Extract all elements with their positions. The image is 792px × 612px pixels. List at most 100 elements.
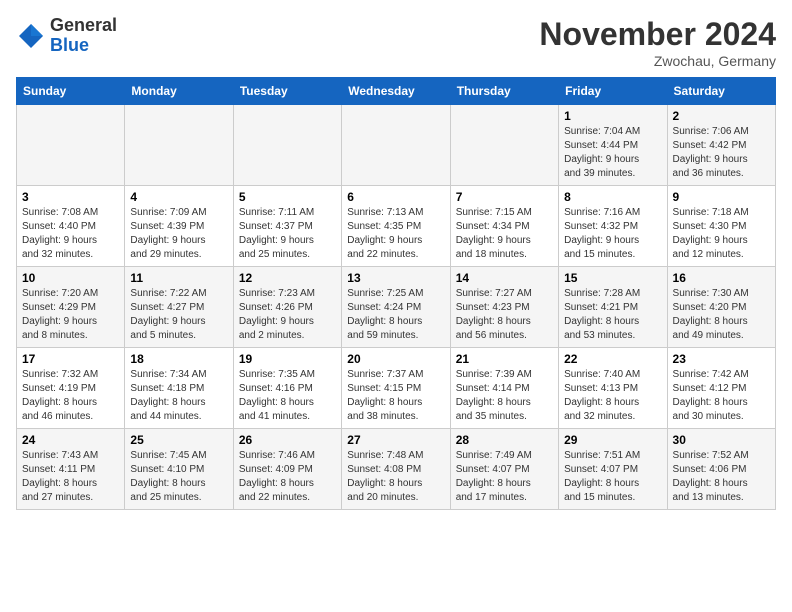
calendar-cell: 14 Sunrise: 7:27 AM Sunset: 4:23 PM Dayli… — [450, 267, 558, 348]
calendar-week-2: 3 Sunrise: 7:08 AM Sunset: 4:40 PM Daylig… — [17, 186, 776, 267]
day-info: Sunrise: 7:20 AM Sunset: 4:29 PM Dayligh… — [22, 287, 119, 343]
calendar-cell: 15Sunrise: 7:28 AM Sunset: 4:21 PM Dayli… — [559, 267, 667, 348]
calendar-cell: 19 Sunrise: 7:35 AM Sunset: 4:16 PM Dayli… — [233, 348, 341, 429]
day-info: Sunrise: 7:15 AM Sunset: 4:34 PM Dayligh… — [456, 206, 553, 262]
day-number: 24 — [22, 433, 119, 447]
day-number: 17 — [22, 352, 119, 366]
calendar-cell: 3 Sunrise: 7:08 AM Sunset: 4:40 PM Daylig… — [17, 186, 125, 267]
day-info: Sunrise: 7:34 AM Sunset: 4:18 PM Dayligh… — [130, 368, 227, 424]
day-number: 15 — [564, 271, 661, 285]
calendar-cell: 9 Sunrise: 7:18 AM Sunset: 4:30 PM Daylig… — [667, 186, 775, 267]
day-info: Sunrise: 7:23 AM Sunset: 4:26 PM Dayligh… — [239, 287, 336, 343]
calendar-week-4: 17 Sunrise: 7:32 AM Sunset: 4:19 PM Dayli… — [17, 348, 776, 429]
weekday-header-monday: Monday — [125, 78, 233, 105]
day-number: 23 — [673, 352, 770, 366]
day-info: Sunrise: 7:42 AM Sunset: 4:12 PM Dayligh… — [673, 368, 770, 424]
calendar-cell: 20 Sunrise: 7:37 AM Sunset: 4:15 PM Dayli… — [342, 348, 450, 429]
day-number: 6 — [347, 190, 444, 204]
weekday-header-sunday: Sunday — [17, 78, 125, 105]
day-info: Sunrise: 7:04 AM Sunset: 4:44 PM Dayligh… — [564, 125, 661, 181]
day-info: Sunrise: 7:11 AM Sunset: 4:37 PM Dayligh… — [239, 206, 336, 262]
day-number: 19 — [239, 352, 336, 366]
weekday-header-wednesday: Wednesday — [342, 78, 450, 105]
day-number: 9 — [673, 190, 770, 204]
day-number: 29 — [564, 433, 661, 447]
calendar-cell — [450, 105, 558, 186]
calendar-cell: 8 Sunrise: 7:16 AM Sunset: 4:32 PM Daylig… — [559, 186, 667, 267]
calendar-cell — [233, 105, 341, 186]
day-info: Sunrise: 7:43 AM Sunset: 4:11 PM Dayligh… — [22, 449, 119, 505]
weekday-row: SundayMondayTuesdayWednesdayThursdayFrid… — [17, 78, 776, 105]
day-number: 5 — [239, 190, 336, 204]
day-info: Sunrise: 7:45 AM Sunset: 4:10 PM Dayligh… — [130, 449, 227, 505]
day-number: 8 — [564, 190, 661, 204]
day-number: 3 — [22, 190, 119, 204]
logo-icon — [16, 21, 46, 51]
calendar-cell: 12Sunrise: 7:23 AM Sunset: 4:26 PM Dayli… — [233, 267, 341, 348]
month-title: November 2024 — [539, 16, 776, 53]
logo: General Blue — [16, 16, 117, 56]
calendar-cell: 28Sunrise: 7:49 AM Sunset: 4:07 PM Dayli… — [450, 429, 558, 510]
day-info: Sunrise: 7:25 AM Sunset: 4:24 PM Dayligh… — [347, 287, 444, 343]
day-number: 14 — [456, 271, 553, 285]
day-number: 27 — [347, 433, 444, 447]
day-info: Sunrise: 7:32 AM Sunset: 4:19 PM Dayligh… — [22, 368, 119, 424]
day-info: Sunrise: 7:39 AM Sunset: 4:14 PM Dayligh… — [456, 368, 553, 424]
day-info: Sunrise: 7:08 AM Sunset: 4:40 PM Dayligh… — [22, 206, 119, 262]
day-number: 1 — [564, 109, 661, 123]
day-number: 26 — [239, 433, 336, 447]
day-number: 4 — [130, 190, 227, 204]
day-info: Sunrise: 7:09 AM Sunset: 4:39 PM Dayligh… — [130, 206, 227, 262]
day-number: 7 — [456, 190, 553, 204]
day-number: 28 — [456, 433, 553, 447]
calendar-week-1: 1 Sunrise: 7:04 AM Sunset: 4:44 PM Daylig… — [17, 105, 776, 186]
calendar-cell: 16Sunrise: 7:30 AM Sunset: 4:20 PM Dayli… — [667, 267, 775, 348]
title-block: November 2024 Zwochau, Germany — [539, 16, 776, 69]
day-number: 2 — [673, 109, 770, 123]
logo-general-text: General — [50, 16, 117, 36]
day-number: 22 — [564, 352, 661, 366]
location: Zwochau, Germany — [539, 53, 776, 69]
calendar-cell: 18 Sunrise: 7:34 AM Sunset: 4:18 PM Dayli… — [125, 348, 233, 429]
weekday-header-friday: Friday — [559, 78, 667, 105]
calendar-body: 1 Sunrise: 7:04 AM Sunset: 4:44 PM Daylig… — [17, 105, 776, 510]
calendar-cell: 2 Sunrise: 7:06 AM Sunset: 4:42 PM Daylig… — [667, 105, 775, 186]
day-number: 13 — [347, 271, 444, 285]
calendar-cell: 10Sunrise: 7:20 AM Sunset: 4:29 PM Dayli… — [17, 267, 125, 348]
calendar-header: SundayMondayTuesdayWednesdayThursdayFrid… — [17, 78, 776, 105]
day-number: 20 — [347, 352, 444, 366]
day-info: Sunrise: 7:18 AM Sunset: 4:30 PM Dayligh… — [673, 206, 770, 262]
calendar-cell — [125, 105, 233, 186]
day-info: Sunrise: 7:40 AM Sunset: 4:13 PM Dayligh… — [564, 368, 661, 424]
day-number: 21 — [456, 352, 553, 366]
calendar-cell: 11Sunrise: 7:22 AM Sunset: 4:27 PM Dayli… — [125, 267, 233, 348]
calendar-cell: 6Sunrise: 7:13 AM Sunset: 4:35 PM Daylig… — [342, 186, 450, 267]
calendar-cell: 22 Sunrise: 7:40 AM Sunset: 4:13 PM Dayli… — [559, 348, 667, 429]
calendar-cell: 5 Sunrise: 7:11 AM Sunset: 4:37 PM Daylig… — [233, 186, 341, 267]
day-number: 18 — [130, 352, 227, 366]
calendar-cell: 26Sunrise: 7:46 AM Sunset: 4:09 PM Dayli… — [233, 429, 341, 510]
weekday-header-saturday: Saturday — [667, 78, 775, 105]
calendar-cell: 25Sunrise: 7:45 AM Sunset: 4:10 PM Dayli… — [125, 429, 233, 510]
calendar-week-5: 24 Sunrise: 7:43 AM Sunset: 4:11 PM Dayli… — [17, 429, 776, 510]
day-info: Sunrise: 7:06 AM Sunset: 4:42 PM Dayligh… — [673, 125, 770, 181]
page-header: General Blue November 2024 Zwochau, Germ… — [16, 16, 776, 69]
day-info: Sunrise: 7:52 AM Sunset: 4:06 PM Dayligh… — [673, 449, 770, 505]
calendar-cell: 4 Sunrise: 7:09 AM Sunset: 4:39 PM Daylig… — [125, 186, 233, 267]
day-number: 16 — [673, 271, 770, 285]
day-info: Sunrise: 7:27 AM Sunset: 4:23 PM Dayligh… — [456, 287, 553, 343]
day-info: Sunrise: 7:37 AM Sunset: 4:15 PM Dayligh… — [347, 368, 444, 424]
day-info: Sunrise: 7:16 AM Sunset: 4:32 PM Dayligh… — [564, 206, 661, 262]
calendar-cell: 24 Sunrise: 7:43 AM Sunset: 4:11 PM Dayli… — [17, 429, 125, 510]
calendar-week-3: 10Sunrise: 7:20 AM Sunset: 4:29 PM Dayli… — [17, 267, 776, 348]
calendar-cell: 17 Sunrise: 7:32 AM Sunset: 4:19 PM Dayli… — [17, 348, 125, 429]
calendar-cell: 1 Sunrise: 7:04 AM Sunset: 4:44 PM Daylig… — [559, 105, 667, 186]
day-number: 11 — [130, 271, 227, 285]
day-info: Sunrise: 7:35 AM Sunset: 4:16 PM Dayligh… — [239, 368, 336, 424]
calendar-cell: 21 Sunrise: 7:39 AM Sunset: 4:14 PM Dayli… — [450, 348, 558, 429]
day-number: 30 — [673, 433, 770, 447]
calendar-cell — [17, 105, 125, 186]
weekday-header-tuesday: Tuesday — [233, 78, 341, 105]
calendar-cell: 13 Sunrise: 7:25 AM Sunset: 4:24 PM Dayli… — [342, 267, 450, 348]
calendar-cell — [342, 105, 450, 186]
